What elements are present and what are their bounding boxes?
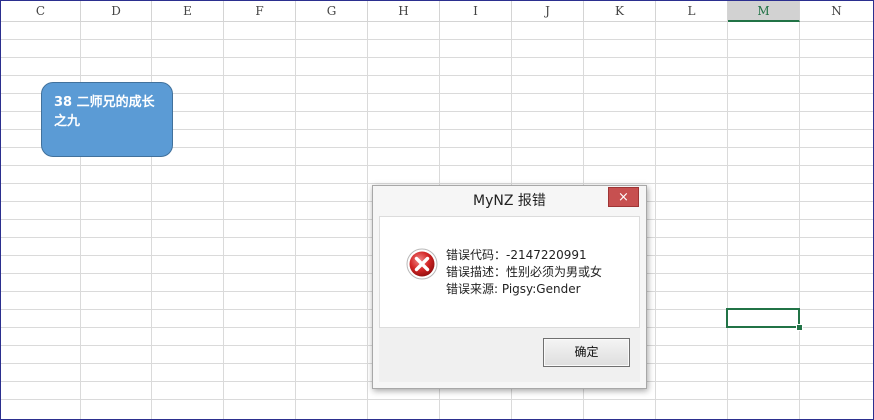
error-icon [406, 248, 438, 280]
column-header-k[interactable]: K [584, 1, 656, 21]
dialog-footer: 确定 [379, 328, 640, 382]
column-header-e[interactable]: E [152, 1, 224, 21]
dialog-title: MyNZ 报错 [473, 193, 546, 209]
selected-cell[interactable] [726, 308, 800, 328]
error-details: 错误代码：-2147220991 错误描述：性别必须为男或女 错误来源: Pig… [446, 247, 602, 298]
column-header-row: C D E F G H I J K L M N [1, 1, 873, 22]
column-header-m[interactable]: M [728, 1, 800, 22]
error-code: 错误代码：-2147220991 [446, 248, 587, 262]
rounded-rectangle-shape[interactable]: 38 二师兄的成长之九 [41, 82, 173, 157]
dialog-message-area: 错误代码：-2147220991 错误描述：性别必须为男或女 错误来源: Pig… [379, 216, 640, 328]
fill-handle[interactable] [796, 324, 803, 331]
column-header-i[interactable]: I [440, 1, 512, 21]
column-header-d[interactable]: D [81, 1, 152, 21]
error-source: 错误来源: Pigsy:Gender [446, 282, 581, 296]
column-header-n[interactable]: N [800, 1, 873, 21]
column-header-c[interactable]: C [1, 1, 81, 21]
error-dialog: MyNZ 报错 × 错误代码：-2147220991 错误描述：性别必须为男或女 [372, 185, 647, 389]
column-header-l[interactable]: L [656, 1, 728, 21]
column-header-j[interactable]: J [512, 1, 584, 21]
column-header-f[interactable]: F [224, 1, 296, 21]
column-header-g[interactable]: G [296, 1, 368, 21]
spreadsheet-window: C D E F G H I J K L M N 38 二师兄的成长之九 MyNZ… [0, 0, 874, 420]
close-button[interactable]: × [608, 187, 639, 207]
shape-text: 38 二师兄的成长之九 [54, 95, 155, 129]
column-header-h[interactable]: H [368, 1, 440, 21]
ok-button[interactable]: 确定 [543, 338, 630, 367]
error-description: 错误描述：性别必须为男或女 [446, 265, 603, 279]
